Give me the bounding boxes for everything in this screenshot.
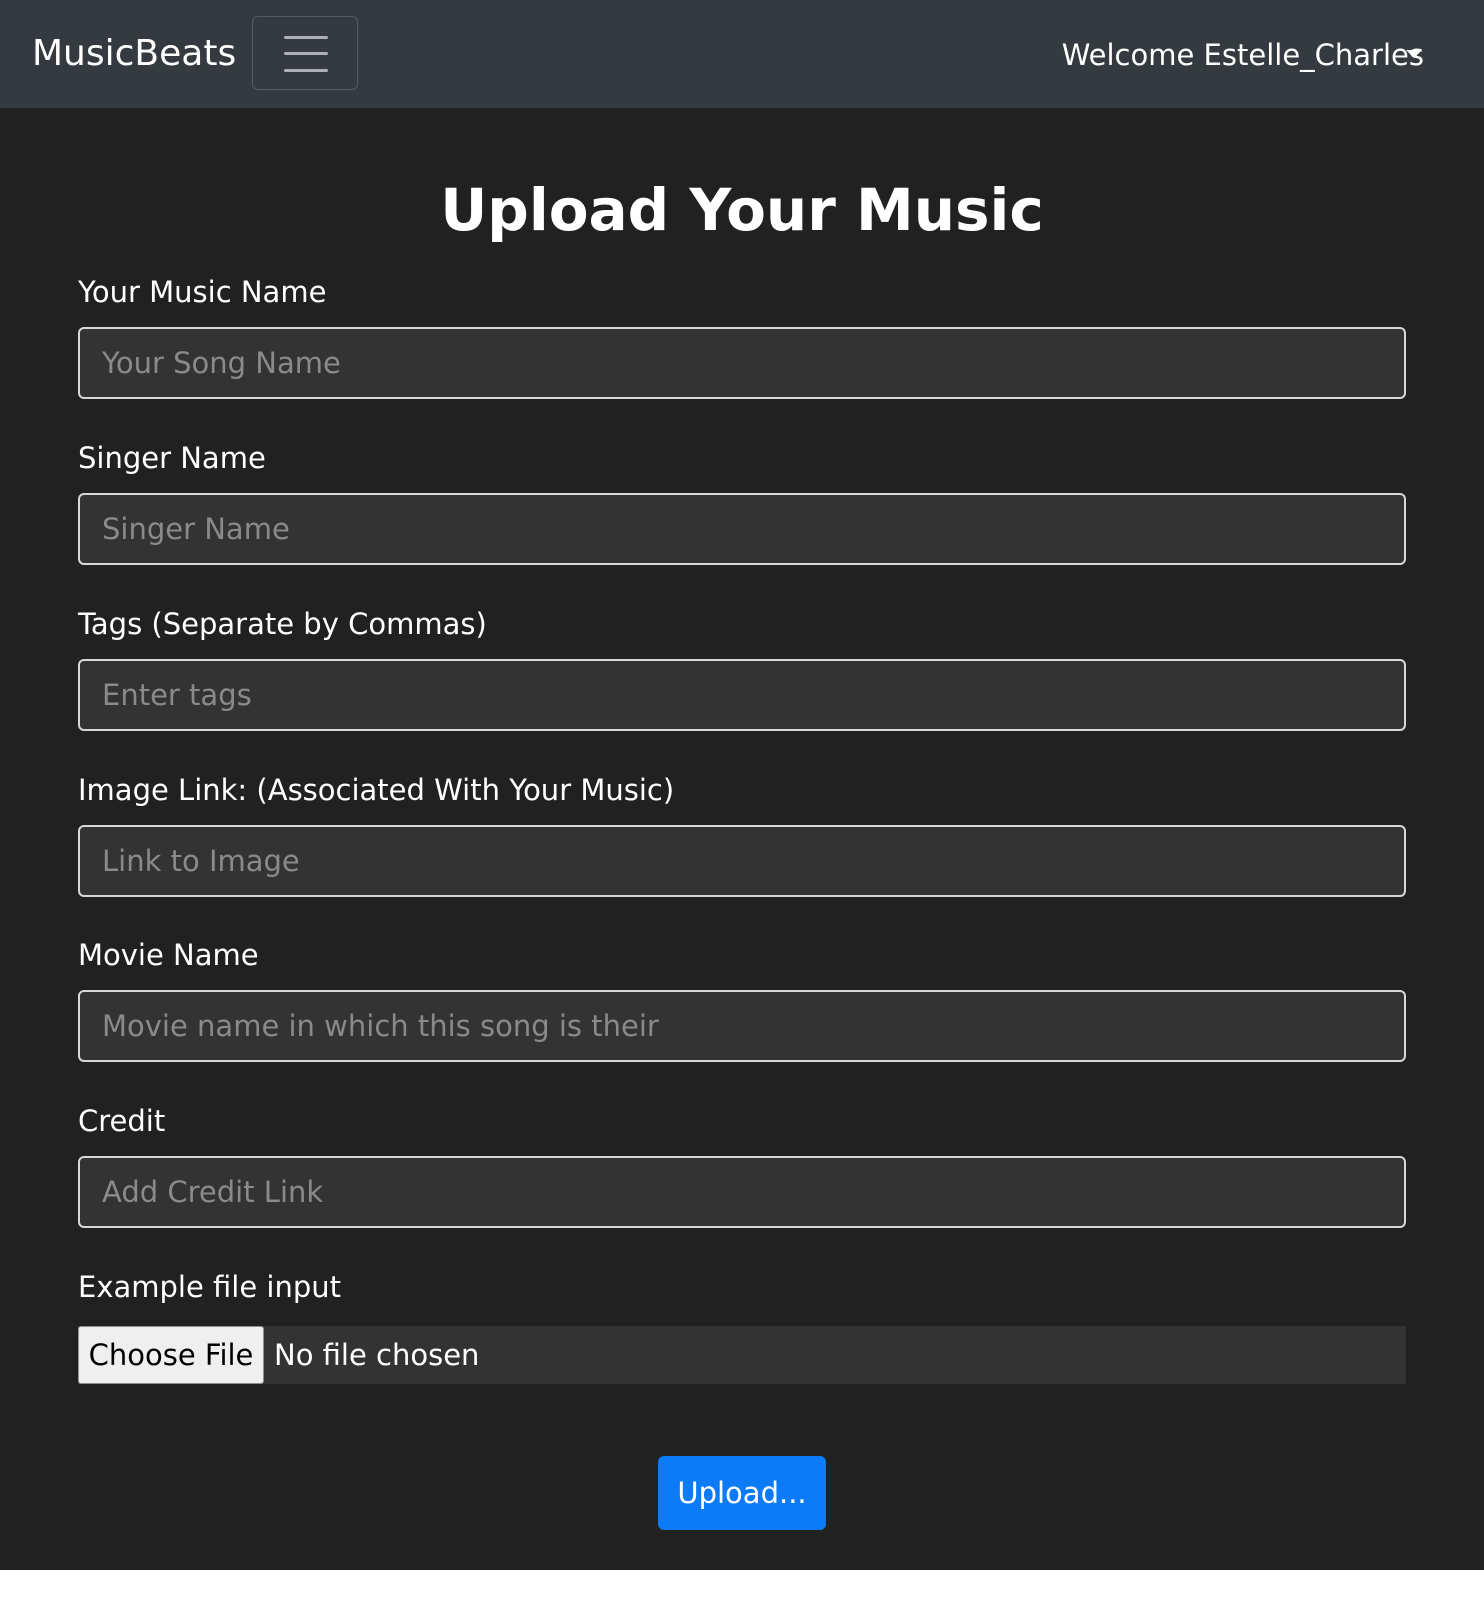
music-name-label: Your Music Name <box>78 275 327 309</box>
caret-down-icon <box>1406 50 1422 58</box>
movie-name-label: Movie Name <box>78 938 259 972</box>
file-input[interactable]: Choose File No file chosen <box>78 1326 1406 1384</box>
credit-label: Credit <box>78 1104 166 1138</box>
user-dropdown-toggle[interactable]: Welcome Estelle_Charles <box>1062 35 1424 75</box>
file-status-text: No file chosen <box>274 1338 480 1372</box>
image-link-input[interactable] <box>78 825 1406 897</box>
choose-file-button[interactable]: Choose File <box>78 1326 264 1384</box>
music-name-input[interactable] <box>78 327 1406 399</box>
credit-input[interactable] <box>78 1156 1406 1228</box>
upload-button[interactable]: Upload... <box>658 1456 826 1530</box>
hamburger-menu-icon <box>284 36 328 72</box>
navbar-toggler-button[interactable] <box>252 16 358 90</box>
page: MusicBeats Welcome Estelle_Charles Uploa… <box>0 0 1484 1600</box>
top-navbar: MusicBeats Welcome Estelle_Charles <box>0 0 1484 108</box>
page-title: Upload Your Music <box>440 176 1044 244</box>
tags-label: Tags (Separate by Commas) <box>78 607 487 641</box>
singer-name-label: Singer Name <box>78 441 266 475</box>
file-input-label: Example file input <box>78 1270 342 1304</box>
tags-input[interactable] <box>78 659 1406 731</box>
movie-name-input[interactable] <box>78 990 1406 1062</box>
upload-form-container: Upload Your Music Your Music Name Singer… <box>0 108 1484 1570</box>
brand-logo[interactable]: MusicBeats <box>32 32 236 76</box>
image-link-label: Image Link: (Associated With Your Music) <box>78 773 675 807</box>
singer-name-input[interactable] <box>78 493 1406 565</box>
